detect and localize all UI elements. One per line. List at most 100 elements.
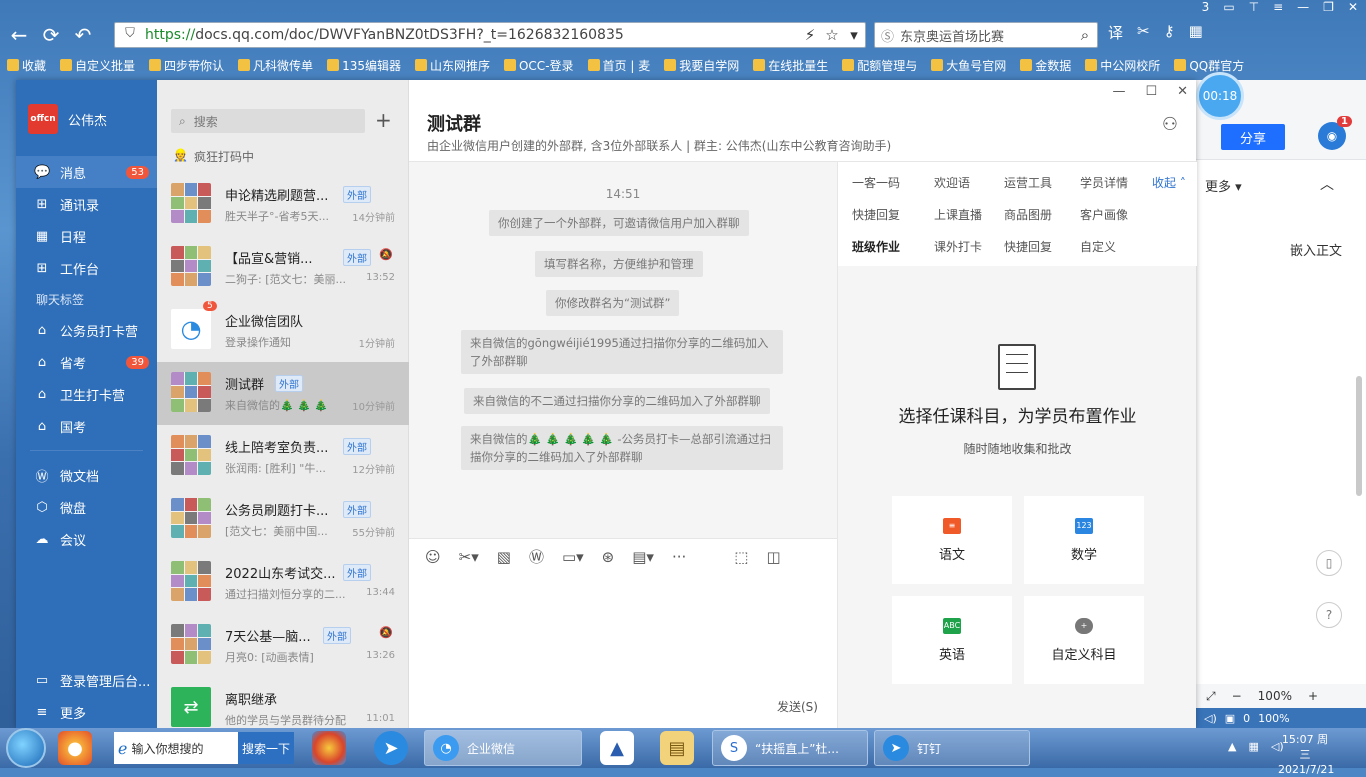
image-icon[interactable]: ▧ <box>497 548 511 566</box>
browser-search-field[interactable]: Ⓢ 东京奥运首场比赛 ⌕ <box>874 22 1098 48</box>
add-icon[interactable]: + <box>375 108 392 132</box>
explorer-icon[interactable]: ▤ <box>660 731 694 765</box>
chat-title[interactable]: 测试群 <box>427 110 481 136</box>
nav-item-1[interactable]: ⊞ 通讯录 <box>16 188 157 220</box>
panel-tab[interactable]: 上课直播 <box>934 206 982 223</box>
task-doc[interactable]: S “扶摇直上”杜... <box>712 730 868 766</box>
close-icon[interactable]: ✕ <box>1177 84 1188 99</box>
task-wecom[interactable]: ◔ 企业微信 <box>424 730 582 766</box>
more-menu[interactable]: 更多 ▾ <box>1205 176 1242 195</box>
task-dingtalk[interactable]: ➤ 钉钉 <box>874 730 1030 766</box>
zoom-in-icon[interactable]: + <box>1308 689 1318 703</box>
favorite-item[interactable]: 我要自学网 <box>657 57 746 74</box>
app-a-icon[interactable]: ▲ <box>600 731 634 765</box>
live-icon[interactable]: ▤▾ <box>632 548 654 566</box>
conversation-item[interactable]: 测试群 外部 来自微信的🎄 🎄 🎄 10分钟前 <box>157 362 409 425</box>
start-button[interactable] <box>6 728 46 768</box>
conversation-item[interactable]: ◔ 5 企业微信团队 登录操作通知 1分钟前 <box>157 299 409 362</box>
folder-icon[interactable]: ▭▾ <box>562 548 584 566</box>
favorite-item[interactable]: 山东网推序 <box>408 57 497 74</box>
chat-tag-item[interactable]: ⌂ 公务员打卡营 <box>16 314 157 346</box>
avatar[interactable]: ◉ 1 <box>1318 116 1352 150</box>
panel-tab[interactable]: 快捷回复 <box>852 206 900 223</box>
chat-tag-item[interactable]: ⌂ 国考 <box>16 410 157 442</box>
search-input[interactable]: ⌕ 搜索 <box>171 109 365 133</box>
nav-item-meeting[interactable]: ☁ 会议 <box>16 523 157 555</box>
favorite-item[interactable]: 配额管理与 <box>835 57 924 74</box>
scissors-icon[interactable]: ✂ <box>1137 22 1150 43</box>
subject-card[interactable]: + 自定义科目 <box>1024 596 1144 684</box>
favorite-item[interactable]: 金数据 <box>1013 57 1078 74</box>
subject-card[interactable]: 123 数学 <box>1024 496 1144 584</box>
share-button[interactable]: 分享 <box>1221 124 1285 150</box>
panel-tab[interactable]: 自定义 <box>1080 238 1116 255</box>
favorite-item[interactable]: 首页 | 麦 <box>581 57 658 74</box>
send-button[interactable]: 发送(S) <box>777 698 818 715</box>
undo-icon[interactable]: ↶ <box>70 22 96 48</box>
refresh-icon[interactable]: ⟳ <box>38 22 64 48</box>
timer-badge[interactable]: 00:18 <box>1196 72 1244 120</box>
speaker-icon[interactable]: ◁) <box>1204 712 1217 725</box>
app-icon[interactable]: ● <box>58 731 92 765</box>
help-icon[interactable]: ? <box>1316 602 1342 628</box>
conversation-item[interactable]: 2022山东考试交... 外部 通过扫描刘恒分享的二... 13:44 <box>157 551 409 614</box>
favorite-item[interactable]: 自定义批量 <box>53 57 142 74</box>
restore-icon[interactable]: ❐ <box>1323 0 1334 18</box>
search-text[interactable]: 东京奥运首场比赛 <box>900 26 1073 45</box>
scrollbar[interactable] <box>1356 376 1362 496</box>
camera-icon[interactable]: ▣ <box>1225 712 1235 725</box>
nav-item-2[interactable]: ▦ 日程 <box>16 220 157 252</box>
collapse-button[interactable]: 收起 ˄ <box>1152 174 1186 191</box>
panel-tab[interactable]: 运营工具 <box>1004 174 1052 191</box>
lightning-icon[interactable]: ⚡ <box>799 26 821 44</box>
conversation-item[interactable]: 【品宣&营销... 外部 🔕 二狗子: [范文七：美丽... 13:52 <box>157 236 409 299</box>
tray-arrow-icon[interactable]: ▲ <box>1228 740 1236 753</box>
nav-item-drive[interactable]: ⬡ 微盘 <box>16 491 157 523</box>
search-icon[interactable]: ⌕ <box>1073 26 1097 44</box>
company-logo[interactable]: offcn <box>28 104 58 134</box>
url-field[interactable]: ⛉ https://docs.qq.com/doc/DWVFYanBNZ0tDS… <box>114 22 866 48</box>
menu-icon[interactable]: ≡ <box>1273 0 1283 18</box>
side-panel-icon[interactable]: ◫ <box>766 548 780 566</box>
minimize-icon[interactable]: — <box>1297 0 1309 18</box>
maximize-icon[interactable]: ☐ <box>1145 84 1157 99</box>
back-icon[interactable]: ← <box>6 22 32 48</box>
subject-card[interactable]: ABC 英语 <box>892 596 1012 684</box>
emoji-icon[interactable]: ☺ <box>425 548 441 566</box>
screenshot-icon[interactable]: ✂▾ <box>459 548 479 566</box>
panel-tab[interactable]: 商品图册 <box>1004 206 1052 223</box>
sidebar-toggle-icon[interactable]: ▯ <box>1316 550 1342 576</box>
chat-tag-item[interactable]: ⌂ 卫生打卡营 <box>16 378 157 410</box>
close-icon[interactable]: ✕ <box>1348 0 1358 18</box>
dingtalk-pin-icon[interactable]: ➤ <box>374 731 408 765</box>
favorite-item[interactable]: 大鱼号官网 <box>924 57 1013 74</box>
nav-bottom-item[interactable]: ≡ 更多 <box>16 696 157 728</box>
chevron-down-icon[interactable]: ▾ <box>843 26 865 44</box>
add-member-icon[interactable]: ⚇ <box>1162 114 1178 135</box>
subject-card[interactable]: ≡ 语文 <box>892 496 1012 584</box>
chat-tag-item[interactable]: ⌂ 省考 39 <box>16 346 157 378</box>
panel-tab[interactable]: 班级作业 <box>852 238 900 255</box>
favorite-item[interactable]: OCC-登录 <box>497 57 581 74</box>
nav-bottom-item[interactable]: ▭ 登录管理后台... <box>16 664 157 696</box>
star-icon[interactable]: ☆ <box>821 26 843 44</box>
history-icon[interactable]: ⬚ <box>734 548 748 566</box>
zoom-out-icon[interactable]: − <box>1232 689 1242 703</box>
browser-taskbar-icon[interactable] <box>312 731 346 765</box>
fit-icon[interactable]: ⤢ <box>1206 689 1216 704</box>
nav-item-doc[interactable]: Ⓦ 微文档 <box>16 459 157 491</box>
minimize-icon[interactable]: — <box>1112 84 1125 99</box>
translate-button[interactable]: 译 <box>1108 22 1123 43</box>
panel-tab[interactable]: 客户画像 <box>1080 206 1128 223</box>
ie-search-button[interactable]: 搜索一下 <box>238 732 294 764</box>
favorite-item[interactable]: QQ群官方 <box>1167 57 1251 74</box>
network-icon[interactable]: ▦ <box>1248 740 1258 753</box>
panel-tab[interactable]: 学员详情 <box>1080 174 1128 191</box>
skin-icon[interactable]: ▭ <box>1223 0 1234 18</box>
grid-icon[interactable]: ▦ <box>1189 22 1203 43</box>
key-icon[interactable]: ⚷ <box>1164 22 1175 43</box>
zoom-level[interactable]: 100% <box>1258 689 1292 703</box>
nav-item-3[interactable]: ⊞ 工作台 <box>16 252 157 284</box>
panel-tab[interactable]: 课外打卡 <box>934 238 982 255</box>
word-doc-icon[interactable]: Ⓦ <box>529 546 544 567</box>
